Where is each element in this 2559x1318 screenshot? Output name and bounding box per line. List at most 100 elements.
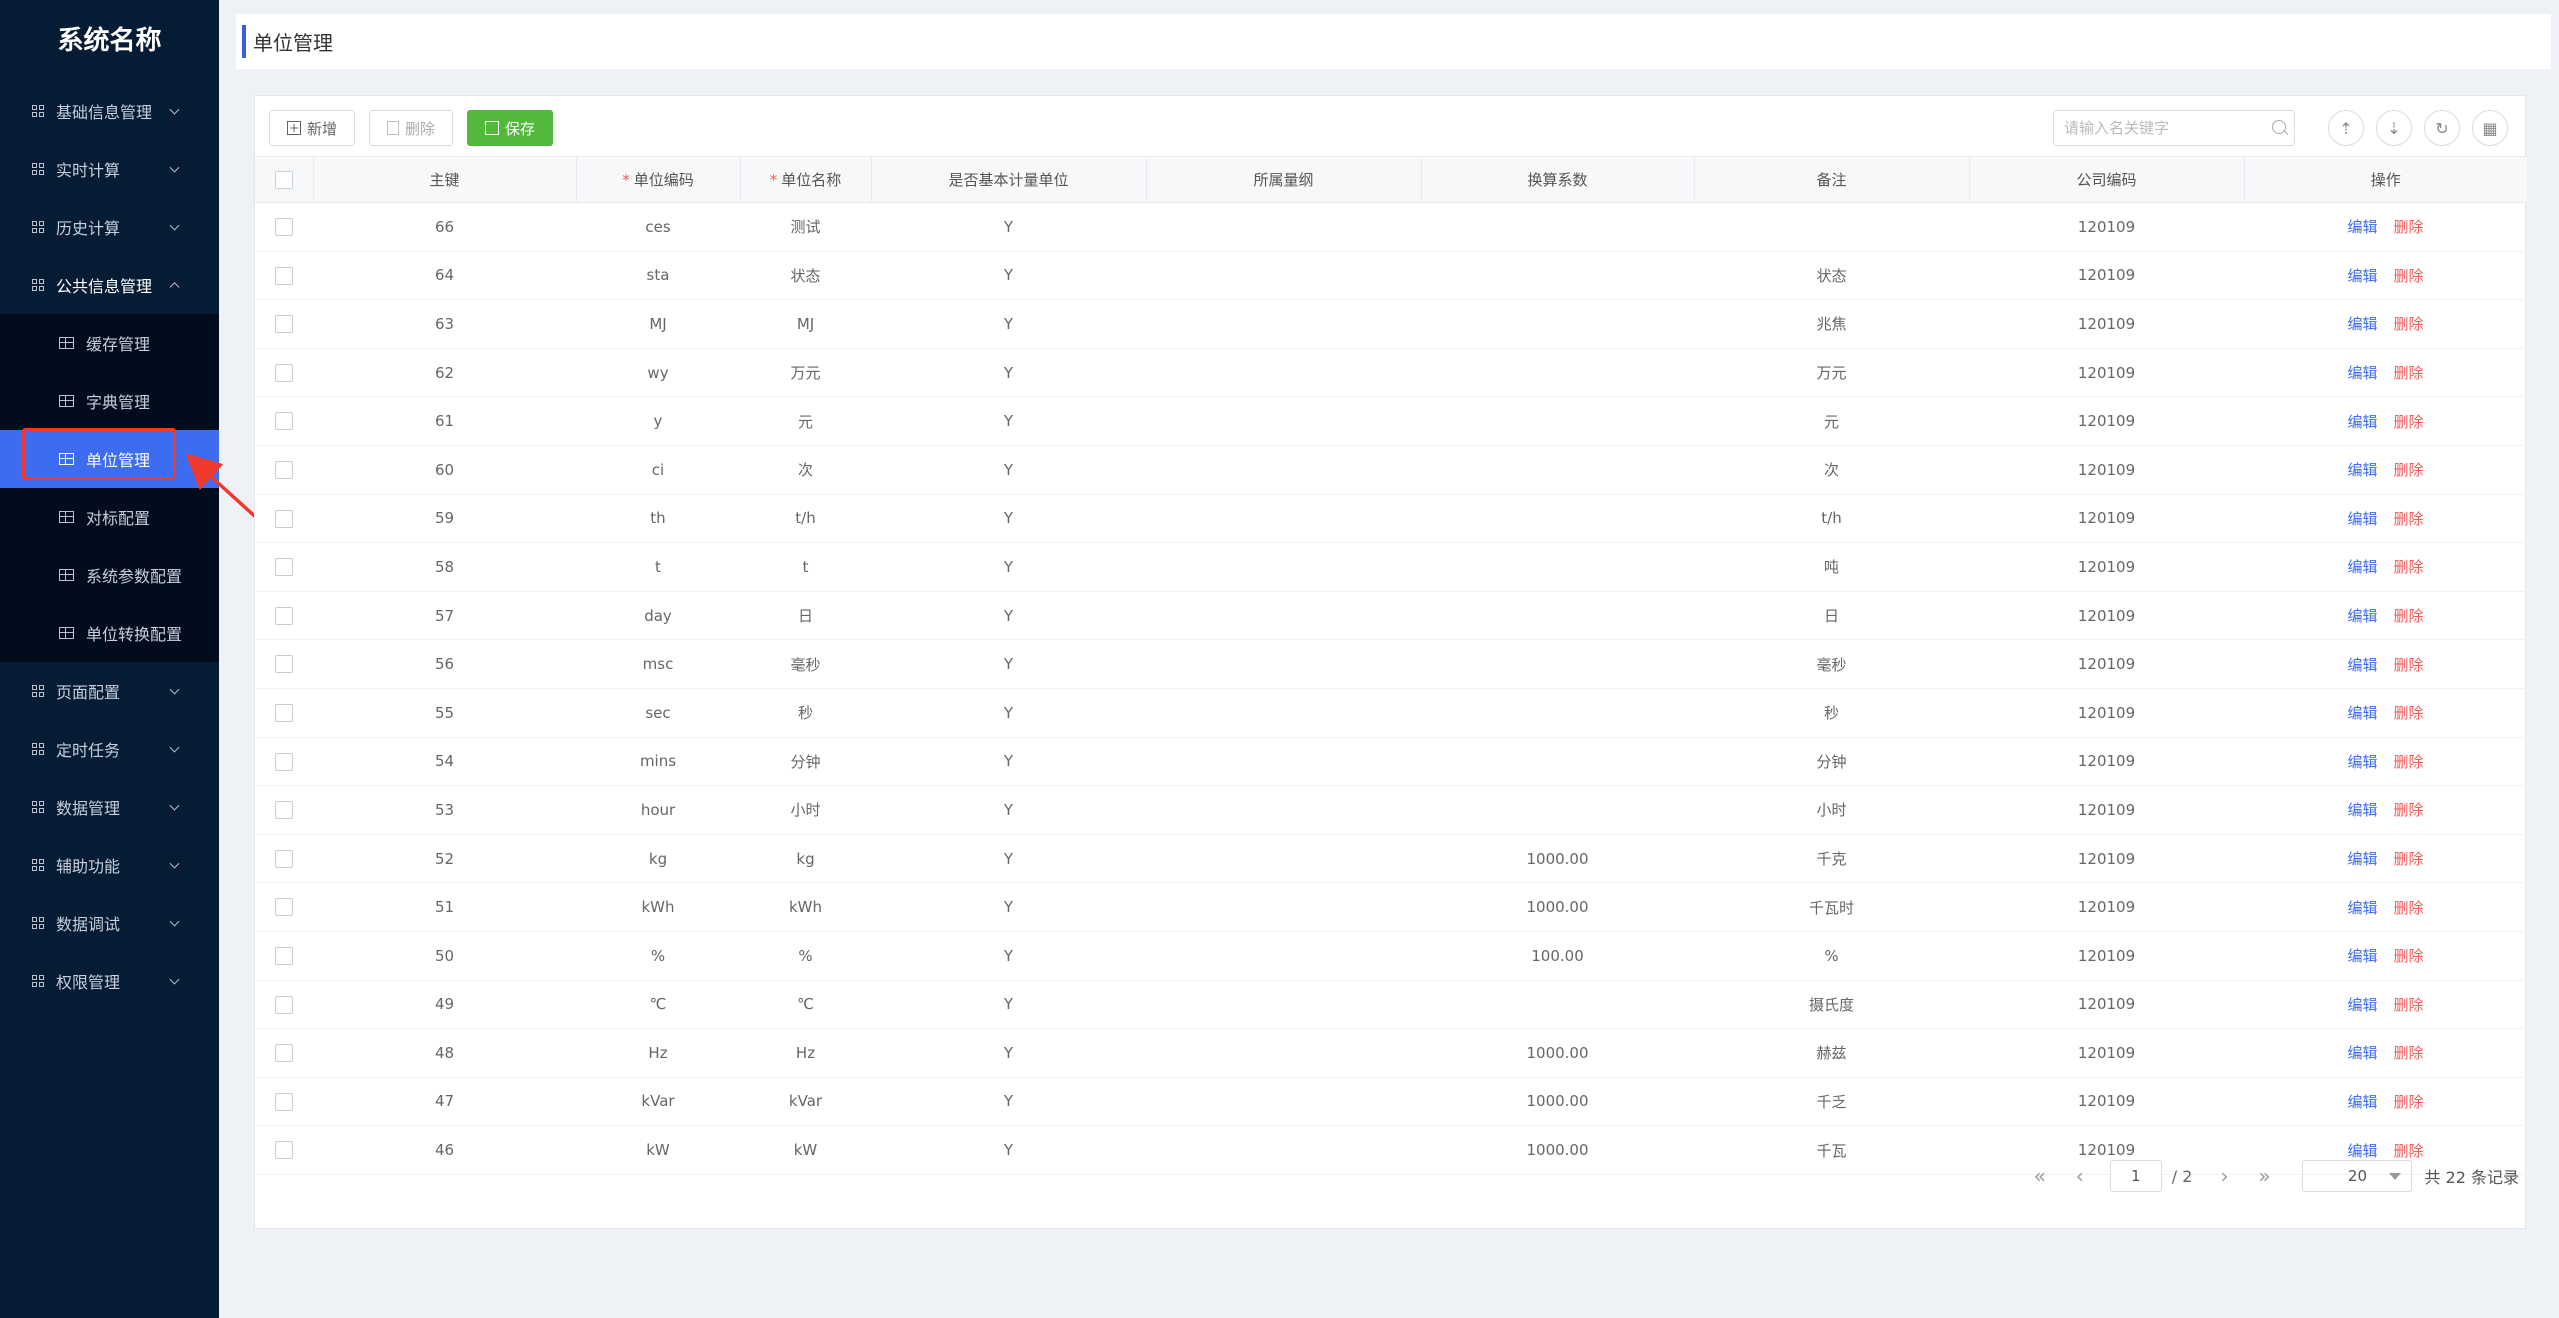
cell-remark[interactable]: 千瓦时 bbox=[1694, 882, 1969, 932]
edit-link[interactable]: 编辑 bbox=[2347, 996, 2377, 1014]
cell-dimension[interactable] bbox=[1146, 396, 1421, 446]
col-header-id[interactable]: 主键 bbox=[313, 156, 577, 203]
cell-remark[interactable]: 元 bbox=[1694, 396, 1969, 446]
row-checkbox[interactable] bbox=[275, 655, 293, 674]
cell-factor[interactable]: 1000.00 bbox=[1421, 882, 1694, 932]
cell-code[interactable]: ci bbox=[576, 445, 740, 495]
col-header-is-base[interactable]: 是否基本计量单位 bbox=[871, 156, 1147, 203]
row-select-cell[interactable] bbox=[255, 1077, 313, 1127]
cell-code[interactable]: sec bbox=[576, 688, 740, 738]
cell-id[interactable]: 63 bbox=[313, 299, 576, 349]
cell-remark[interactable]: 吨 bbox=[1694, 542, 1969, 592]
table-row[interactable]: 60 ci 次 Y 次 120109 编辑 删除 bbox=[255, 445, 2527, 495]
row-checkbox[interactable] bbox=[275, 509, 293, 528]
cell-remark[interactable]: 秒 bbox=[1694, 688, 1969, 738]
cell-remark[interactable]: 状态 bbox=[1694, 251, 1969, 301]
search-input[interactable] bbox=[2053, 110, 2295, 146]
cell-is-base[interactable]: Y bbox=[871, 396, 1146, 446]
cell-remark[interactable]: 次 bbox=[1694, 445, 1969, 495]
cell-is-base[interactable]: Y bbox=[871, 251, 1146, 301]
delete-link[interactable]: 删除 bbox=[2394, 1093, 2424, 1111]
row-checkbox[interactable] bbox=[275, 606, 293, 625]
edit-link[interactable]: 编辑 bbox=[2347, 413, 2377, 431]
cell-id[interactable]: 56 bbox=[313, 639, 576, 689]
cell-remark[interactable]: 千乏 bbox=[1694, 1077, 1969, 1127]
row-select-cell[interactable] bbox=[255, 882, 313, 932]
cell-remark[interactable]: 毫秒 bbox=[1694, 639, 1969, 689]
row-checkbox[interactable] bbox=[275, 946, 293, 965]
table-row[interactable]: 63 MJ MJ Y 兆焦 120109 编辑 删除 bbox=[255, 299, 2527, 349]
cell-code[interactable]: hour bbox=[576, 785, 740, 835]
row-checkbox[interactable] bbox=[275, 461, 293, 480]
cell-remark[interactable]: % bbox=[1694, 931, 1969, 981]
cell-is-base[interactable]: Y bbox=[871, 202, 1146, 252]
delete-link[interactable]: 删除 bbox=[2394, 996, 2424, 1014]
first-page-icon[interactable]: « bbox=[2020, 1164, 2060, 1188]
cell-remark[interactable]: 分钟 bbox=[1694, 737, 1969, 787]
cell-is-base[interactable]: Y bbox=[871, 591, 1146, 641]
table-row[interactable]: 49 ℃ ℃ Y 摄氏度 120109 编辑 删除 bbox=[255, 980, 2527, 1030]
row-select-cell[interactable] bbox=[255, 299, 313, 349]
row-select-cell[interactable] bbox=[255, 494, 313, 544]
cell-code[interactable]: y bbox=[576, 396, 740, 446]
cell-company[interactable]: 120109 bbox=[1969, 980, 2244, 1030]
cell-is-base[interactable]: Y bbox=[871, 931, 1146, 981]
cell-factor[interactable]: 1000.00 bbox=[1421, 1077, 1694, 1127]
cell-dimension[interactable] bbox=[1146, 737, 1421, 787]
delete-link[interactable]: 删除 bbox=[2394, 753, 2424, 771]
select-all-checkbox[interactable] bbox=[274, 170, 293, 189]
cell-company[interactable]: 120109 bbox=[1969, 445, 2244, 495]
cell-id[interactable]: 54 bbox=[313, 737, 576, 787]
sidebar-subitem-sys-param-config[interactable]: 系统参数配置 bbox=[0, 546, 219, 604]
cell-name[interactable]: 毫秒 bbox=[740, 639, 871, 689]
delete-link[interactable]: 删除 bbox=[2394, 413, 2424, 431]
cell-company[interactable]: 120109 bbox=[1969, 542, 2244, 592]
cell-name[interactable]: ℃ bbox=[740, 980, 871, 1030]
cell-factor[interactable] bbox=[1421, 251, 1694, 301]
cell-id[interactable]: 60 bbox=[313, 445, 576, 495]
cell-is-base[interactable]: Y bbox=[871, 980, 1146, 1030]
cell-company[interactable]: 120109 bbox=[1969, 1077, 2244, 1127]
table-row[interactable]: 64 sta 状态 Y 状态 120109 编辑 删除 bbox=[255, 251, 2527, 301]
row-select-cell[interactable] bbox=[255, 542, 313, 592]
sidebar-subitem-unit-convert-config[interactable]: 单位转换配置 bbox=[0, 604, 219, 662]
cell-company[interactable]: 120109 bbox=[1969, 494, 2244, 544]
edit-link[interactable]: 编辑 bbox=[2347, 267, 2377, 285]
cell-is-base[interactable]: Y bbox=[871, 1125, 1146, 1175]
row-select-cell[interactable] bbox=[255, 980, 313, 1030]
delete-button[interactable]: 删除 bbox=[369, 110, 454, 146]
cell-is-base[interactable]: Y bbox=[871, 348, 1146, 398]
cell-code[interactable]: msc bbox=[576, 639, 740, 689]
edit-link[interactable]: 编辑 bbox=[2347, 315, 2377, 333]
delete-link[interactable]: 删除 bbox=[2394, 947, 2424, 965]
row-select-cell[interactable] bbox=[255, 591, 313, 641]
delete-link[interactable]: 删除 bbox=[2394, 461, 2424, 479]
delete-link[interactable]: 删除 bbox=[2394, 656, 2424, 674]
cell-factor[interactable] bbox=[1421, 639, 1694, 689]
cell-is-base[interactable]: Y bbox=[871, 639, 1146, 689]
cell-factor[interactable]: 1000.00 bbox=[1421, 1125, 1694, 1175]
save-button[interactable]: 保存 bbox=[467, 110, 554, 146]
edit-link[interactable]: 编辑 bbox=[2347, 461, 2377, 479]
table-row[interactable]: 61 y 元 Y 元 120109 编辑 删除 bbox=[255, 396, 2527, 446]
cell-remark[interactable]: 千瓦 bbox=[1694, 1125, 1969, 1175]
delete-link[interactable]: 删除 bbox=[2394, 1142, 2424, 1160]
delete-link[interactable]: 删除 bbox=[2394, 850, 2424, 868]
cell-dimension[interactable] bbox=[1146, 1077, 1421, 1127]
row-checkbox[interactable] bbox=[275, 315, 293, 334]
row-select-cell[interactable] bbox=[255, 396, 313, 446]
cell-id[interactable]: 49 bbox=[313, 980, 576, 1030]
cell-is-base[interactable]: Y bbox=[871, 542, 1146, 592]
sidebar-item-page-config[interactable]: 页面配置 bbox=[0, 662, 219, 720]
cell-id[interactable]: 46 bbox=[313, 1125, 576, 1175]
cell-dimension[interactable] bbox=[1146, 980, 1421, 1030]
cell-remark[interactable]: 小时 bbox=[1694, 785, 1969, 835]
cell-is-base[interactable]: Y bbox=[871, 688, 1146, 738]
table-row[interactable]: 53 hour 小时 Y 小时 120109 编辑 删除 bbox=[255, 785, 2527, 835]
cell-factor[interactable] bbox=[1421, 396, 1694, 446]
cell-is-base[interactable]: Y bbox=[871, 1077, 1146, 1127]
sidebar-item-history-calc[interactable]: 历史计算 bbox=[0, 198, 219, 256]
row-checkbox[interactable] bbox=[275, 995, 293, 1014]
cell-name[interactable]: Hz bbox=[740, 1028, 871, 1078]
cell-is-base[interactable]: Y bbox=[871, 834, 1146, 884]
